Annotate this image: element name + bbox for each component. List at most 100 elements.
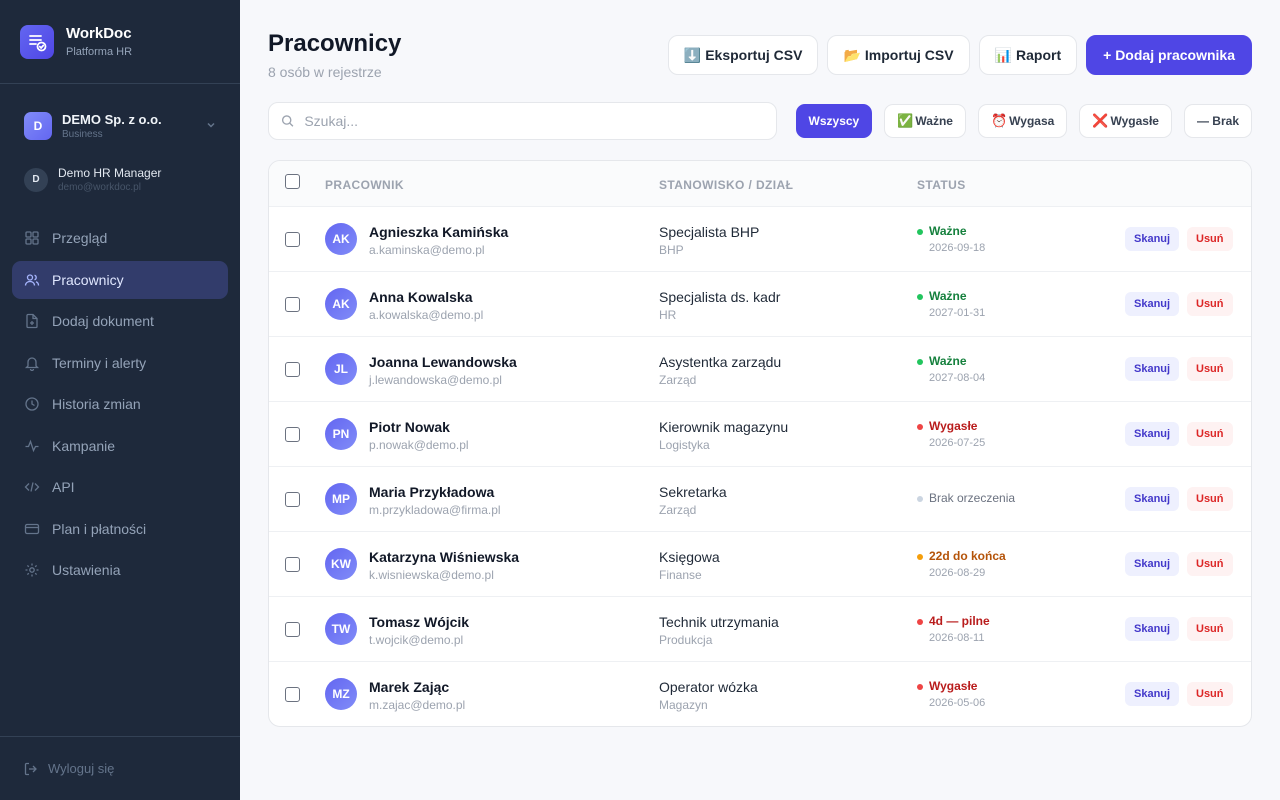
add-employee-button[interactable]: + Dodaj pracownika — [1086, 35, 1252, 75]
select-all-checkbox[interactable] — [285, 174, 300, 189]
row-checkbox[interactable] — [285, 492, 300, 507]
row-checkbox[interactable] — [285, 297, 300, 312]
user-email: demo@workdoc.pl — [58, 182, 141, 193]
employee-name[interactable]: Katarzyna Wiśniewska — [369, 549, 519, 565]
employee-position: Specjalista BHP — [659, 224, 760, 240]
employee-name[interactable]: Piotr Nowak — [369, 419, 450, 435]
employee-department: HR — [659, 308, 677, 322]
scan-button[interactable]: Skanuj — [1125, 617, 1180, 641]
page-title: Pracownicy — [268, 30, 402, 57]
cross-icon: ❌ — [1092, 113, 1109, 128]
delete-button[interactable]: Usuń — [1187, 357, 1233, 381]
table-row[interactable]: AK Anna Kowalska a.kowalska@demo.pl Specjal… — [269, 272, 1251, 337]
sidebar-item-overview[interactable]: Przegląd — [12, 219, 228, 257]
row-checkbox[interactable] — [285, 427, 300, 442]
row-checkbox[interactable] — [285, 362, 300, 377]
table-row[interactable]: KW Katarzyna Wiśniewska k.wisniewska@demo.… — [269, 532, 1251, 597]
search-box — [268, 102, 777, 140]
scan-button[interactable]: Skanuj — [1125, 422, 1180, 446]
employee-email: k.wisniewska@demo.pl — [369, 568, 494, 582]
user-name: Demo HR Manager — [58, 166, 162, 180]
organization-switcher[interactable]: D DEMO Sp. z o.o. Business — [12, 106, 228, 146]
table-row[interactable]: MZ Marek Zając m.zajac@demo.pl Operator wóz… — [269, 662, 1251, 726]
row-checkbox[interactable] — [285, 622, 300, 637]
sidebar-item-settings[interactable]: Ustawienia — [12, 551, 228, 589]
sidebar-item-billing[interactable]: Plan i płatności — [12, 510, 228, 548]
employee-name[interactable]: Marek Zając — [369, 679, 449, 695]
grid-icon — [24, 230, 40, 246]
delete-button[interactable]: Usuń — [1187, 617, 1233, 641]
sidebar-item-label: Pracownicy — [52, 271, 124, 288]
delete-button[interactable]: Usuń — [1187, 422, 1233, 446]
search-icon — [281, 115, 294, 127]
page-subtitle: 8 osób w rejestrze — [268, 64, 382, 80]
scan-button[interactable]: Skanuj — [1125, 227, 1180, 251]
employee-name[interactable]: Tomasz Wójcik — [369, 614, 469, 630]
status-dot-icon — [917, 359, 923, 365]
status-dot-icon — [917, 424, 923, 430]
scan-button[interactable]: Skanuj — [1125, 357, 1180, 381]
table-row[interactable]: PN Piotr Nowak p.nowak@demo.pl Kierownik ma… — [269, 402, 1251, 467]
search-input[interactable] — [304, 113, 764, 129]
table-row[interactable]: TW Tomasz Wójcik t.wojcik@demo.pl Technik u… — [269, 597, 1251, 662]
table-row[interactable]: JL Joanna Lewandowska j.lewandowska@demo.p… — [269, 337, 1251, 402]
import-csv-button[interactable]: 📂 Importuj CSV — [827, 35, 970, 75]
sidebar-item-campaigns[interactable]: Kampanie — [12, 427, 228, 465]
filter-valid[interactable]: ✅ Ważne — [884, 104, 966, 138]
filter-expired[interactable]: ❌ Wygasłe — [1079, 104, 1172, 138]
employee-name[interactable]: Joanna Lewandowska — [369, 354, 517, 370]
employee-email: a.kaminska@demo.pl — [369, 243, 485, 257]
filter-none[interactable]: — Brak — [1183, 104, 1252, 138]
brand-subtitle: Platforma HR — [66, 46, 133, 58]
employee-name[interactable]: Maria Przykładowa — [369, 484, 494, 500]
scan-button[interactable]: Skanuj — [1125, 552, 1180, 576]
logout-button[interactable]: Wyloguj się — [0, 736, 240, 800]
sidebar-item-label: Terminy i alerty — [52, 354, 147, 371]
status-badge: Wygasłe — [929, 419, 978, 433]
employee-position: Sekretarka — [659, 484, 727, 500]
row-checkbox[interactable] — [285, 557, 300, 572]
scan-button[interactable]: Skanuj — [1125, 682, 1180, 706]
sidebar-item-deadlines[interactable]: Terminy i alerty — [12, 344, 228, 382]
sidebar-item-history[interactable]: Historia zmian — [12, 385, 228, 423]
filter-all[interactable]: Wszyscy — [795, 104, 873, 138]
chevron-down-icon — [206, 120, 216, 133]
toolbar: ⬇️ Eksportuj CSV 📂 Importuj CSV 📊 Raport… — [667, 35, 1252, 75]
delete-button[interactable]: Usuń — [1187, 552, 1233, 576]
logout-label: Wyloguj się — [48, 761, 115, 776]
report-button[interactable]: 📊 Raport — [978, 35, 1078, 75]
sidebar-item-employees[interactable]: Pracownicy — [12, 260, 228, 299]
delete-button[interactable]: Usuń — [1187, 682, 1233, 706]
sidebar-item-api[interactable]: API — [12, 468, 228, 506]
organization-name: DEMO Sp. z o.o. — [62, 112, 162, 127]
employee-department: Produkcja — [659, 633, 713, 647]
status-date: 2026-08-11 — [929, 632, 985, 644]
export-csv-button[interactable]: ⬇️ Eksportuj CSV — [667, 35, 819, 75]
avatar: JL — [325, 353, 357, 385]
filter-expiring[interactable]: ⏰ Wygasa — [977, 104, 1068, 138]
row-checkbox[interactable] — [285, 687, 300, 702]
table-row[interactable]: AK Agnieszka Kamińska a.kaminska@demo.pl Sp… — [269, 207, 1251, 272]
sidebar-item-label: Plan i płatności — [52, 520, 147, 537]
user-avatar: D — [24, 167, 48, 192]
delete-button[interactable]: Usuń — [1187, 487, 1233, 511]
employee-name[interactable]: Agnieszka Kamińska — [369, 224, 508, 240]
employee-name[interactable]: Anna Kowalska — [369, 289, 472, 305]
scan-button[interactable]: Skanuj — [1125, 487, 1180, 511]
status-filters: Wszyscy ✅ Ważne ⏰ Wygasa ❌ Wygasłe — Bra… — [795, 104, 1252, 138]
status-date: 2027-01-31 — [929, 307, 986, 319]
scan-button[interactable]: Skanuj — [1125, 292, 1180, 316]
bell-icon — [24, 355, 40, 371]
sidebar-item-add-document[interactable]: Dodaj dokument — [12, 302, 228, 340]
file-plus-icon — [24, 313, 40, 329]
chart-icon: 📊 — [994, 46, 1012, 63]
avatar: MP — [325, 483, 357, 515]
delete-button[interactable]: Usuń — [1187, 227, 1233, 251]
credit-card-icon — [24, 521, 40, 537]
row-checkbox[interactable] — [285, 232, 300, 247]
sidebar-nav: Przegląd Pracownicy Dodaj dokument Termi… — [0, 219, 240, 589]
table-row[interactable]: MP Maria Przykładowa m.przykladowa@firma.p… — [269, 467, 1251, 532]
filter-expiring-label: Wygasa — [1009, 114, 1055, 128]
delete-button[interactable]: Usuń — [1187, 292, 1233, 316]
status-date: 2026-05-06 — [929, 697, 986, 709]
